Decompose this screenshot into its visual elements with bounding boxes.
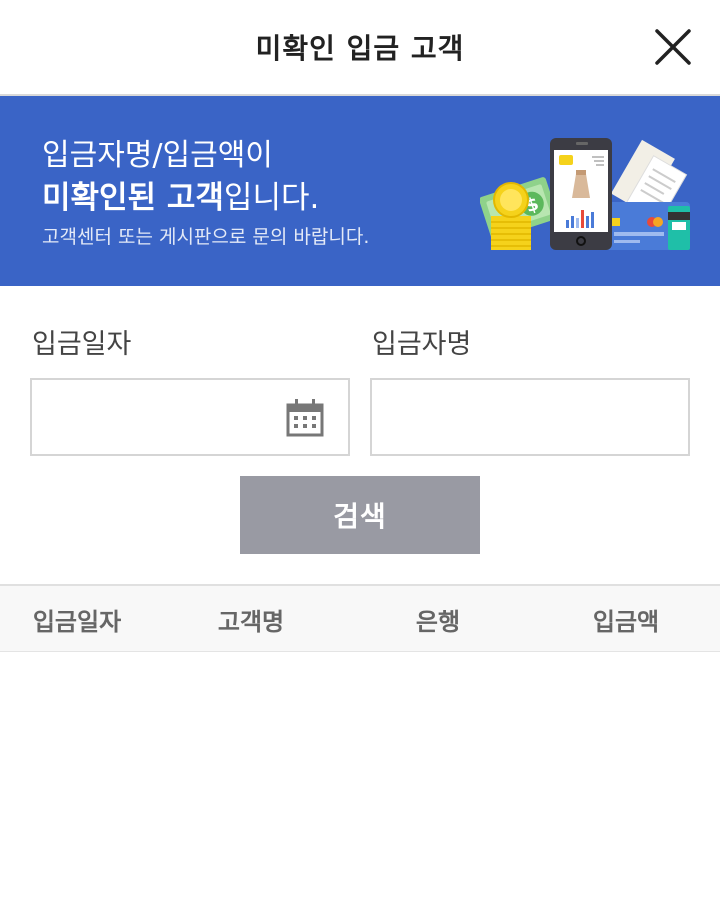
- column-header-customer-name: 고객명: [217, 608, 285, 636]
- banner-highlight: 미확인된 고객: [42, 180, 224, 216]
- banner-line-2-rest: 입니다.: [223, 180, 320, 216]
- banner-line-3: 고객센터 또는 게시판으로 문의 바랍니다.: [42, 226, 370, 248]
- info-banner: 입금자명/입금액이 미확인된 고객입니다. 고객센터 또는 게시판으로 문의 바…: [0, 96, 720, 286]
- money-phone-card-illustration: $: [480, 138, 690, 250]
- column-header-deposit-date: 입금일자: [32, 608, 122, 636]
- banner-line-1: 입금자명/입금액이: [42, 138, 273, 173]
- header-bar: 미확인 입금 고객: [0, 0, 720, 96]
- table-header: 입금일자 고객명 은행 입금액: [0, 584, 720, 652]
- page-title: 미확인 입금 고객: [255, 32, 465, 65]
- depositor-name-label: 입금자명: [372, 329, 472, 360]
- deposit-date-label: 입금일자: [32, 329, 132, 360]
- depositor-name-field[interactable]: [370, 378, 690, 456]
- search-button[interactable]: 검색: [240, 476, 480, 554]
- column-header-bank: 은행: [415, 608, 461, 636]
- table-body: [0, 652, 720, 920]
- deposit-date-field[interactable]: [30, 378, 350, 456]
- calendar-icon[interactable]: [286, 398, 324, 438]
- close-icon[interactable]: [650, 24, 696, 70]
- banner-line-2: 미확인된 고객입니다.: [42, 172, 319, 217]
- column-header-deposit-amount: 입금액: [592, 608, 660, 636]
